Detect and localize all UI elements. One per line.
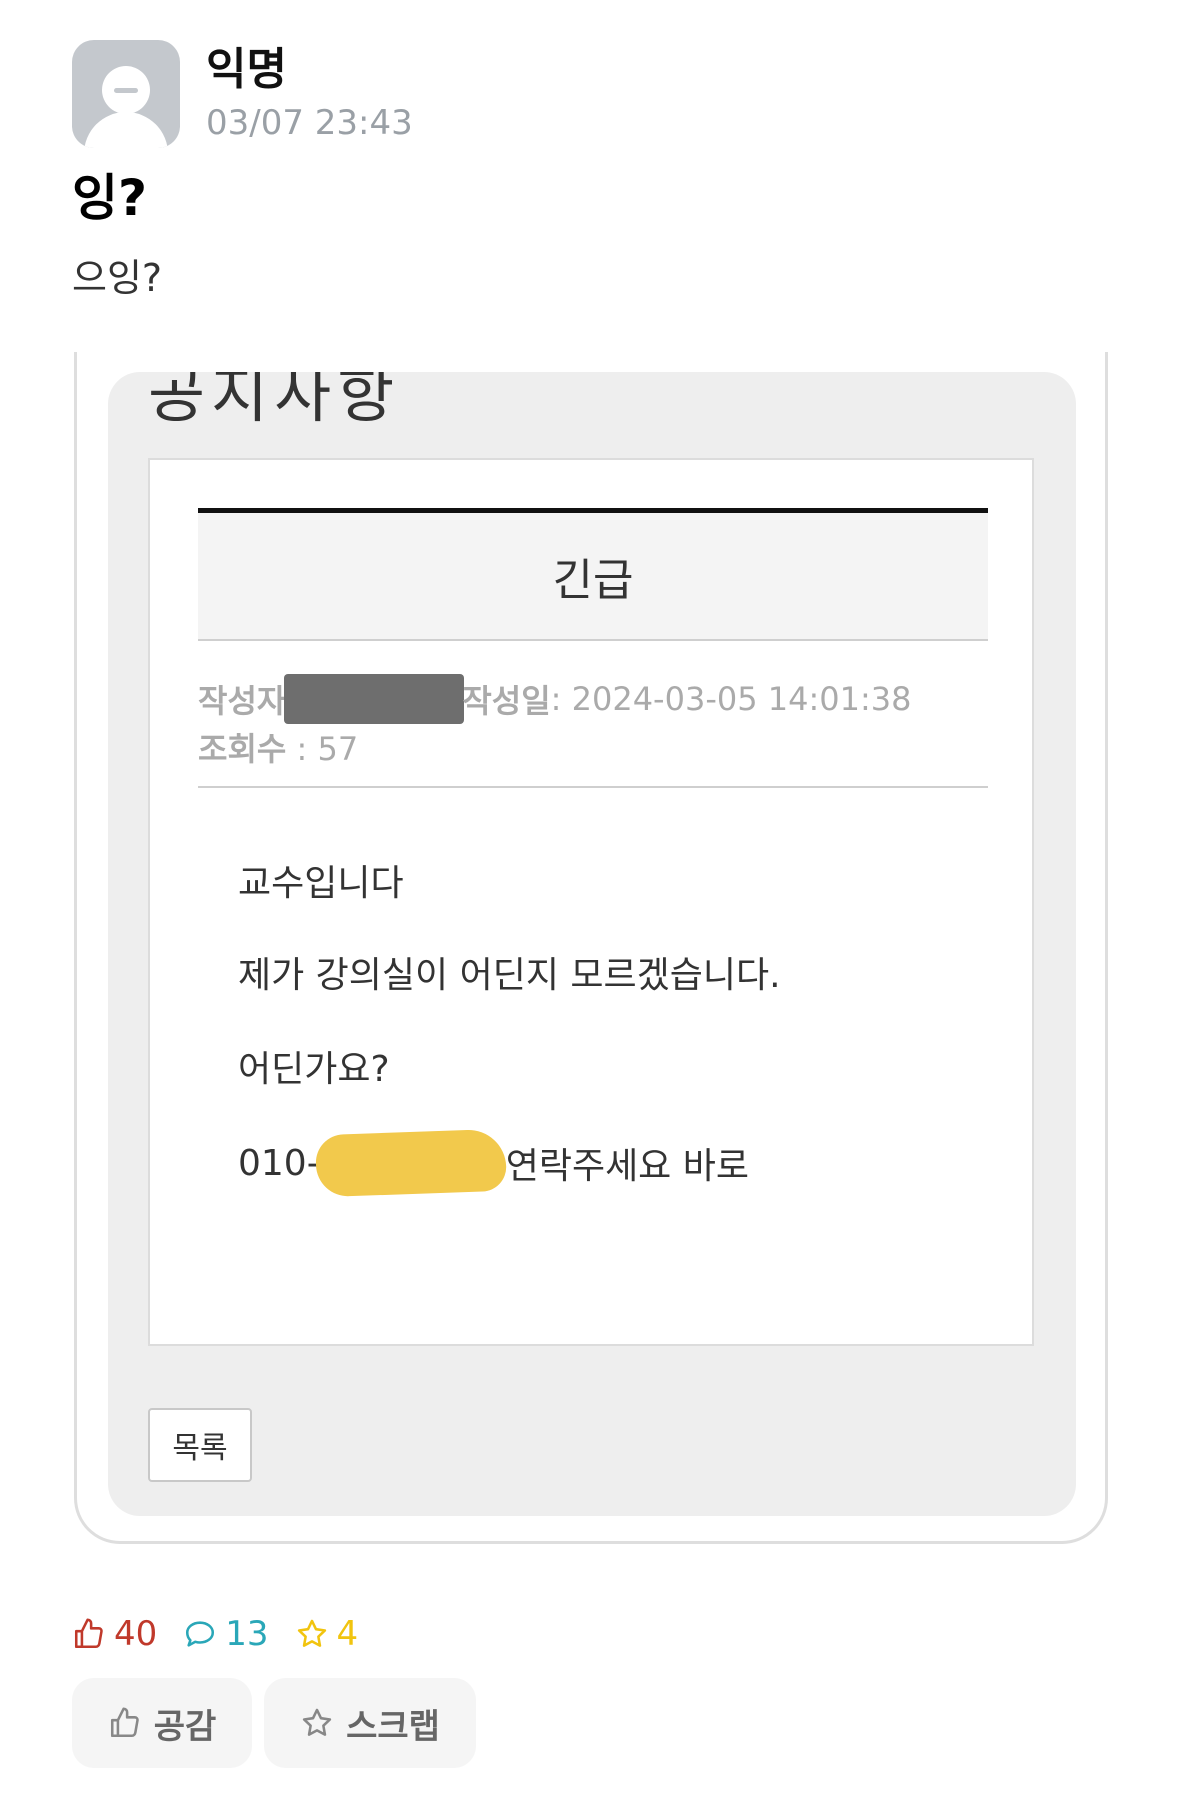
avatar — [72, 40, 180, 148]
scrap-count-value: 4 — [336, 1614, 359, 1654]
notice-info-row: 작성자 작성일 : 2024-03-05 14:01:38 — [198, 674, 911, 724]
phone-prefix: 010- — [238, 1142, 320, 1184]
author-label: 작성자 — [198, 682, 287, 720]
comment-icon — [186, 1621, 215, 1647]
star-icon — [297, 1619, 326, 1647]
notice-subject: 긴급 — [552, 555, 634, 606]
views-label: 조회수 — [198, 730, 287, 768]
like-count: 40 — [72, 1614, 157, 1654]
thumbs-up-icon — [110, 1707, 139, 1738]
post-actions: 공감 스크랩 — [72, 1678, 488, 1768]
post-title: 잉? — [72, 169, 148, 227]
message-line: 010- 연락주세요 바로 — [238, 1128, 749, 1198]
comment-count: 13 — [183, 1614, 269, 1654]
message-line: 어딘가요? — [238, 1049, 390, 1090]
thumbs-up-icon — [74, 1618, 103, 1649]
views-row: 조회수 : 57 — [198, 724, 358, 770]
divider — [198, 786, 988, 788]
message-line: 교수입니다 — [238, 863, 404, 904]
like-count-value: 40 — [114, 1614, 158, 1654]
views-value: : 57 — [286, 730, 359, 768]
attached-screenshot: 공지사항 긴급 작성자 작성일 : 2024-03-05 14:01:38 조회… — [108, 372, 1076, 1516]
post-body: 으잉? — [72, 256, 163, 300]
subject-band: 긴급 — [198, 513, 988, 641]
post-header: 익명 03/07 23:43 — [72, 40, 413, 148]
like-button[interactable]: 공감 — [72, 1678, 252, 1768]
phone-redaction — [314, 1128, 507, 1198]
comment-count-value: 13 — [225, 1614, 269, 1654]
scrap-count: 4 — [295, 1614, 359, 1654]
date-label: 작성일 — [462, 682, 551, 720]
scrap-button-label: 스크랩 — [346, 1706, 440, 1747]
redaction-block — [284, 674, 465, 724]
scrap-button[interactable]: 스크랩 — [264, 1678, 476, 1768]
post-time: 03/07 23:43 — [206, 103, 413, 143]
list-button: 목록 — [148, 1408, 252, 1482]
post-stats: 40 13 4 — [72, 1614, 384, 1654]
notice-box: 긴급 작성자 작성일 : 2024-03-05 14:01:38 조회수 : 5… — [148, 458, 1034, 1346]
phone-suffix-text: 연락주세요 바로 — [505, 1146, 749, 1187]
author-name: 익명 — [206, 44, 287, 95]
message-line: 제가 강의실이 어딘지 모르겠습니다. — [238, 955, 781, 996]
author-meta: 익명 03/07 23:43 — [206, 44, 413, 144]
date-value: : 2024-03-05 14:01:38 — [550, 680, 912, 718]
screenshot-page-title: 공지사항 — [148, 372, 401, 431]
star-icon — [302, 1708, 332, 1736]
like-button-label: 공감 — [153, 1706, 217, 1747]
